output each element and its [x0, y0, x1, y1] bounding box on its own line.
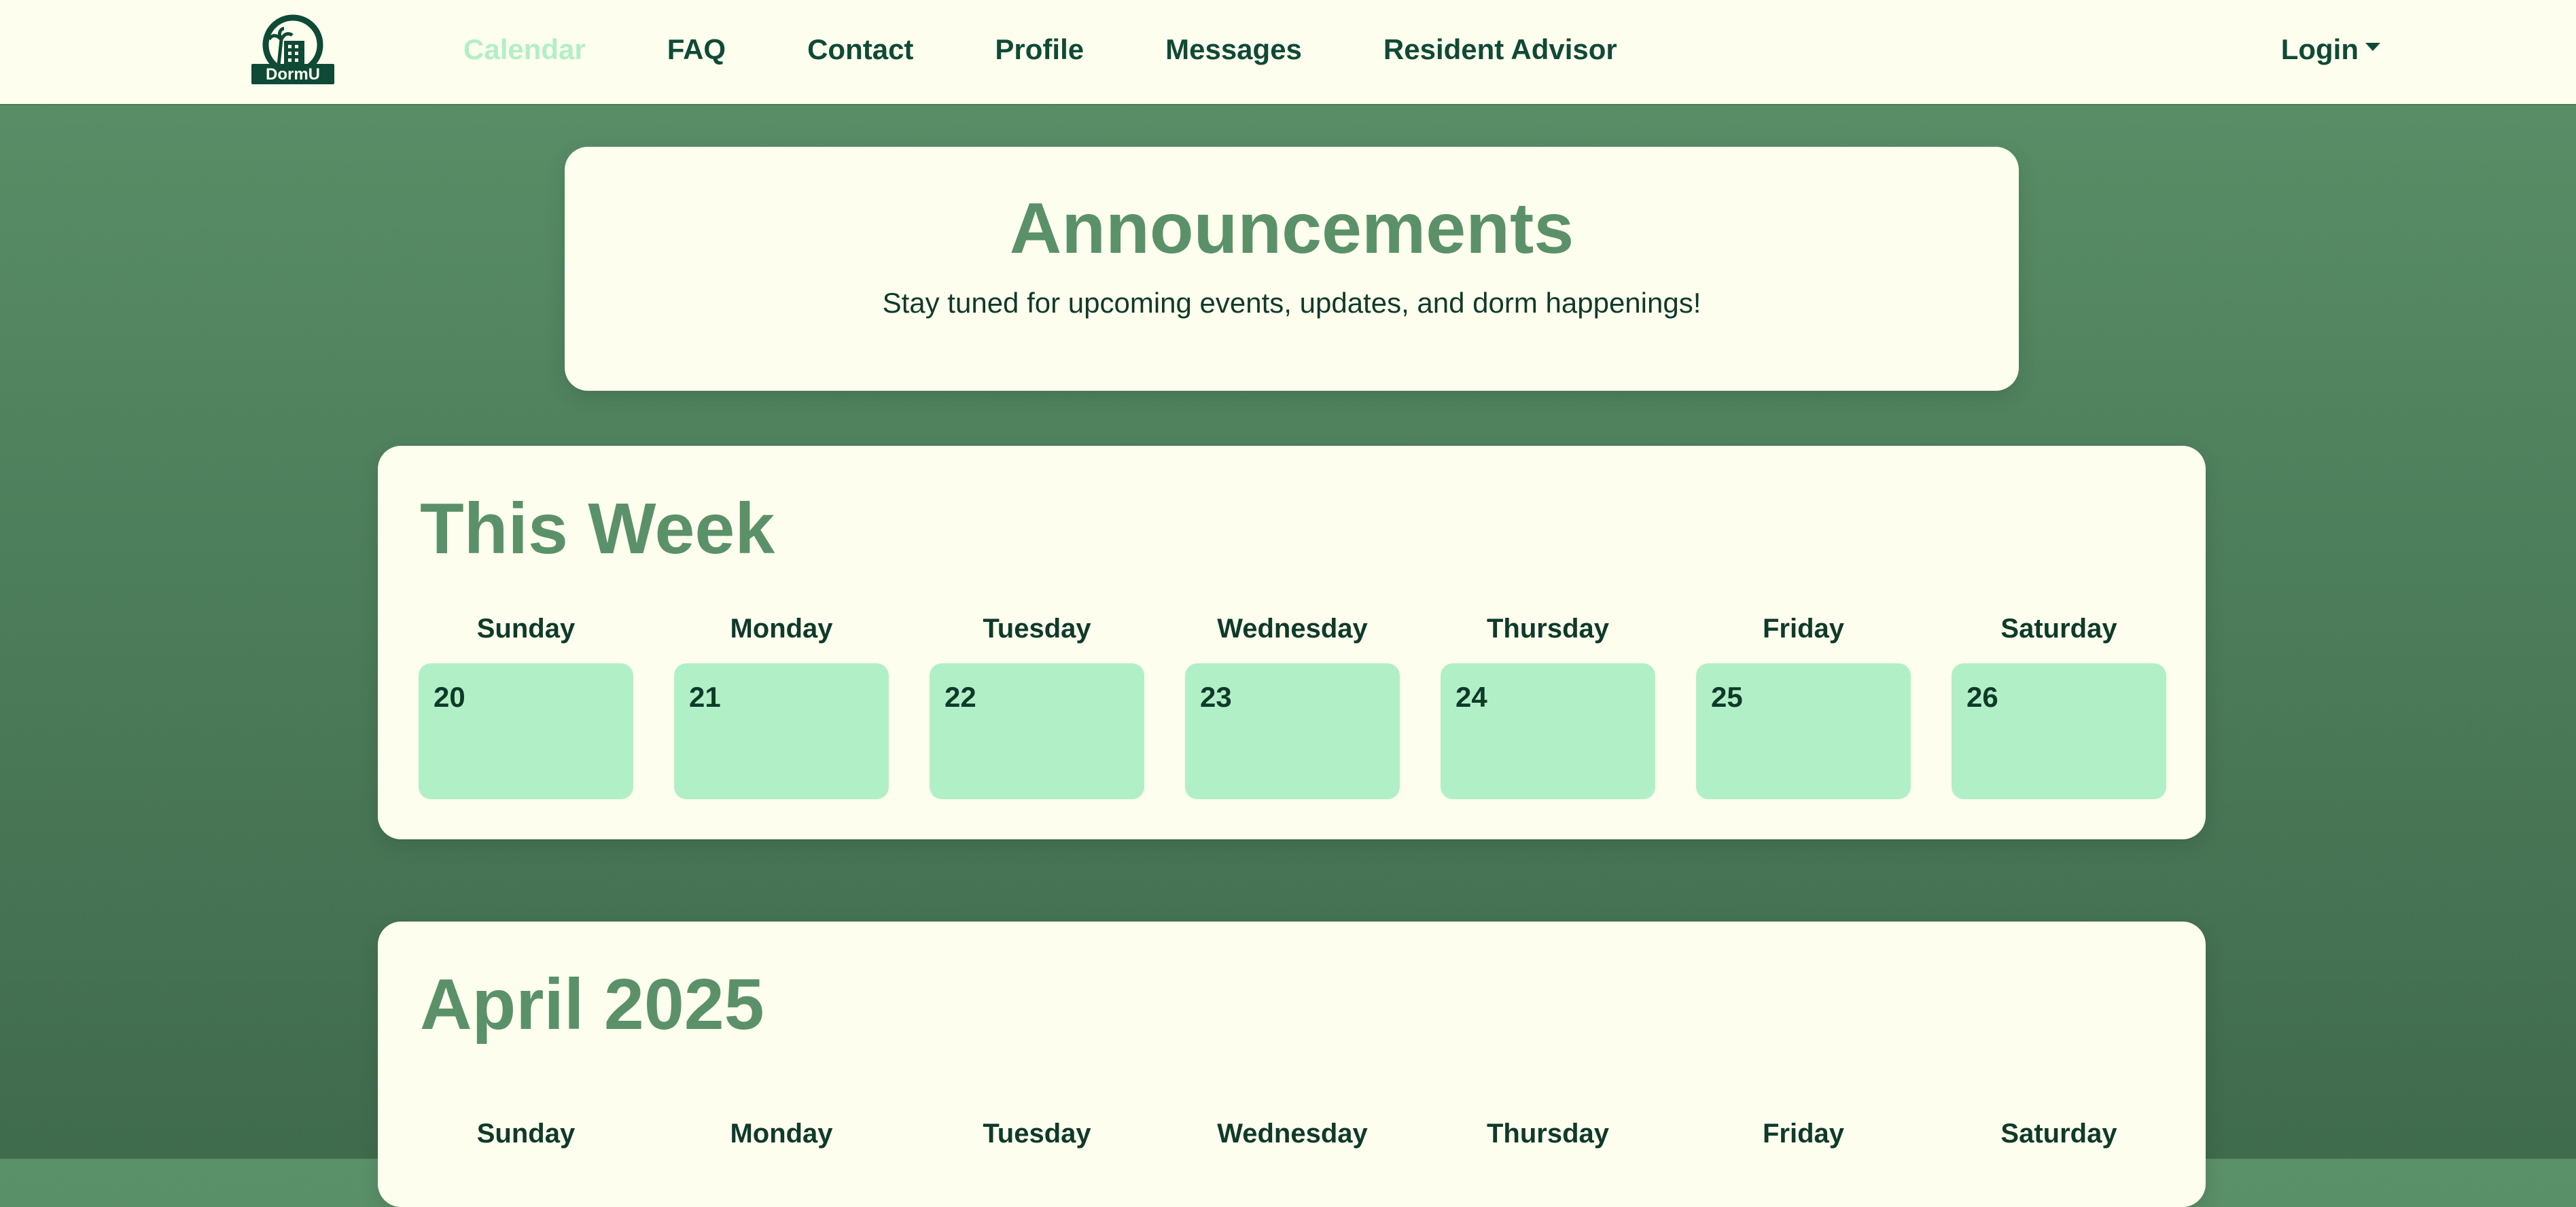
- day-number: 21: [689, 681, 721, 713]
- day-column: Friday 25: [1696, 614, 1911, 799]
- day-cell[interactable]: 23: [1185, 663, 1400, 799]
- day-name: Tuesday: [983, 1119, 1091, 1149]
- day-column: Sunday: [419, 1119, 633, 1149]
- day-column: Monday 21: [674, 614, 889, 799]
- announcements-card: Announcements Stay tuned for upcoming ev…: [565, 147, 2019, 391]
- nav-links: Calendar FAQ Contact Profile Messages Re…: [463, 0, 1699, 99]
- day-number: 25: [1711, 681, 1743, 713]
- day-column: Friday: [1696, 1119, 1911, 1149]
- day-name: Wednesday: [1217, 614, 1368, 644]
- day-name: Wednesday: [1217, 1119, 1368, 1149]
- login-label: Login: [2280, 33, 2359, 65]
- day-name: Monday: [730, 1119, 833, 1149]
- day-number: 26: [1966, 681, 1998, 713]
- day-name: Friday: [1762, 1119, 1845, 1149]
- dormu-logo[interactable]: DormU: [251, 12, 334, 84]
- month-calendar-card: April 2025 Sunday Monday Tuesday Wednesd…: [378, 922, 2206, 1207]
- day-cell[interactable]: 20: [419, 663, 633, 799]
- day-name: Sunday: [476, 614, 576, 644]
- this-week-title: This Week: [420, 489, 775, 569]
- day-cell[interactable]: 25: [1696, 663, 1911, 799]
- announcements-title: Announcements: [1009, 188, 1574, 268]
- day-column: Saturday: [1952, 1119, 2166, 1149]
- this-week-card: This Week Sunday 20 Monday 21 Tuesday 22…: [378, 446, 2206, 839]
- day-column: Tuesday 22: [930, 614, 1144, 799]
- top-navbar: DormU Calendar FAQ Contact Profile Messa…: [0, 0, 2576, 105]
- day-column: Sunday 20: [419, 614, 633, 799]
- day-column: Monday: [674, 1119, 889, 1149]
- day-name: Thursday: [1486, 1119, 1610, 1149]
- day-column: Tuesday: [930, 1119, 1144, 1149]
- caret-down-icon: [2365, 42, 2380, 51]
- day-name: Tuesday: [983, 614, 1091, 644]
- day-column: Wednesday: [1185, 1119, 1400, 1149]
- day-number: 20: [434, 681, 465, 713]
- nav-link-calendar[interactable]: Calendar: [463, 33, 586, 66]
- month-days-header: Sunday Monday Tuesday Wednesday Thursday…: [419, 1119, 2166, 1149]
- login-dropdown[interactable]: Login: [2281, 0, 2380, 99]
- day-cell[interactable]: 22: [930, 663, 1144, 799]
- day-name: Thursday: [1486, 614, 1610, 644]
- day-name: Friday: [1762, 614, 1845, 644]
- day-name: Saturday: [2000, 614, 2117, 644]
- day-name: Saturday: [2000, 1119, 2117, 1149]
- day-name: Monday: [730, 614, 833, 644]
- announcements-subtitle: Stay tuned for upcoming events, updates,…: [882, 287, 1701, 319]
- nav-link-resident-advisor[interactable]: Resident Advisor: [1383, 33, 1617, 66]
- day-name: Sunday: [476, 1119, 576, 1149]
- nav-link-messages[interactable]: Messages: [1165, 33, 1302, 66]
- day-number: 24: [1455, 681, 1487, 713]
- logo-text: DormU: [266, 65, 320, 84]
- day-cell[interactable]: 21: [674, 663, 889, 799]
- nav-link-profile[interactable]: Profile: [995, 33, 1084, 66]
- day-column: Saturday 26: [1952, 614, 2166, 799]
- day-number: 22: [945, 681, 976, 713]
- day-number: 23: [1200, 681, 1232, 713]
- week-days-row: Sunday 20 Monday 21 Tuesday 22 Wednesday…: [419, 614, 2166, 799]
- nav-link-contact[interactable]: Contact: [807, 33, 913, 66]
- nav-link-faq[interactable]: FAQ: [667, 33, 726, 66]
- day-column: Thursday 24: [1441, 614, 1655, 799]
- month-title: April 2025: [420, 964, 764, 1045]
- day-column: Thursday: [1441, 1119, 1655, 1149]
- day-column: Wednesday 23: [1185, 614, 1400, 799]
- day-cell[interactable]: 24: [1441, 663, 1655, 799]
- day-cell[interactable]: 26: [1952, 663, 2166, 799]
